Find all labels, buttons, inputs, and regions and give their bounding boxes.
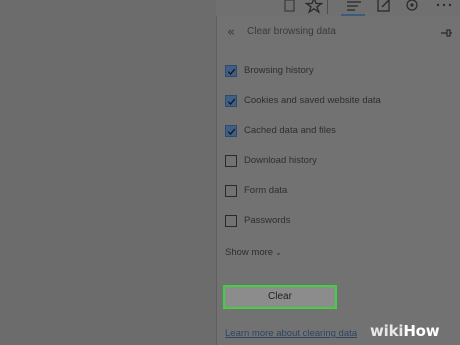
more-icon[interactable] (434, 0, 454, 14)
web-note-icon[interactable] (374, 0, 394, 14)
back-chevron-icon[interactable]: « (227, 25, 235, 40)
option-browsing-history[interactable]: Browsing history (225, 65, 455, 81)
reading-view-icon[interactable] (280, 0, 300, 14)
download-history-label: Download history (244, 155, 317, 166)
cookies-label: Cookies and saved website data (244, 95, 381, 106)
clear-browsing-data-panel: « Clear browsing data Browsing history C… (216, 16, 460, 345)
form-data-label: Form data (244, 185, 288, 196)
browser-toolbar (216, 0, 460, 16)
show-more-label: Show more (225, 247, 274, 258)
wikihow-watermark: wikiHow (370, 322, 440, 340)
option-form-data[interactable]: Form data (225, 185, 455, 201)
share-icon[interactable] (402, 0, 422, 14)
option-cached-data[interactable]: Cached data and files (225, 125, 455, 141)
form-data-checkbox[interactable] (225, 185, 237, 197)
panel-header: « Clear browsing data (217, 16, 460, 50)
show-more-toggle[interactable]: Show more ⌄ (225, 247, 282, 258)
download-history-checkbox[interactable] (225, 155, 237, 167)
option-cookies[interactable]: Cookies and saved website data (225, 95, 455, 111)
passwords-checkbox[interactable] (225, 215, 237, 227)
browsing-history-checkbox[interactable] (225, 65, 237, 77)
checkmark-icon (227, 98, 236, 105)
cookies-checkbox[interactable] (225, 95, 237, 107)
checkmark-icon (227, 128, 236, 135)
option-passwords[interactable]: Passwords (225, 215, 455, 231)
clear-button[interactable]: Clear (223, 285, 337, 309)
cached-data-checkbox[interactable] (225, 125, 237, 137)
hub-icon[interactable] (344, 0, 364, 14)
favorite-star-icon[interactable] (304, 0, 324, 14)
web-content-area (0, 0, 216, 345)
passwords-label: Passwords (244, 215, 291, 226)
pin-icon[interactable] (439, 26, 453, 40)
panel-title: Clear browsing data (247, 26, 336, 37)
checkmark-icon (227, 68, 236, 75)
learn-more-link[interactable]: Learn more about clearing data (225, 328, 357, 339)
option-download-history[interactable]: Download history (225, 155, 455, 171)
browsing-history-label: Browsing history (244, 65, 314, 76)
cached-data-label: Cached data and files (244, 125, 336, 136)
chevron-down-icon: ⌄ (275, 248, 282, 257)
toolbar-separator (327, 0, 328, 14)
